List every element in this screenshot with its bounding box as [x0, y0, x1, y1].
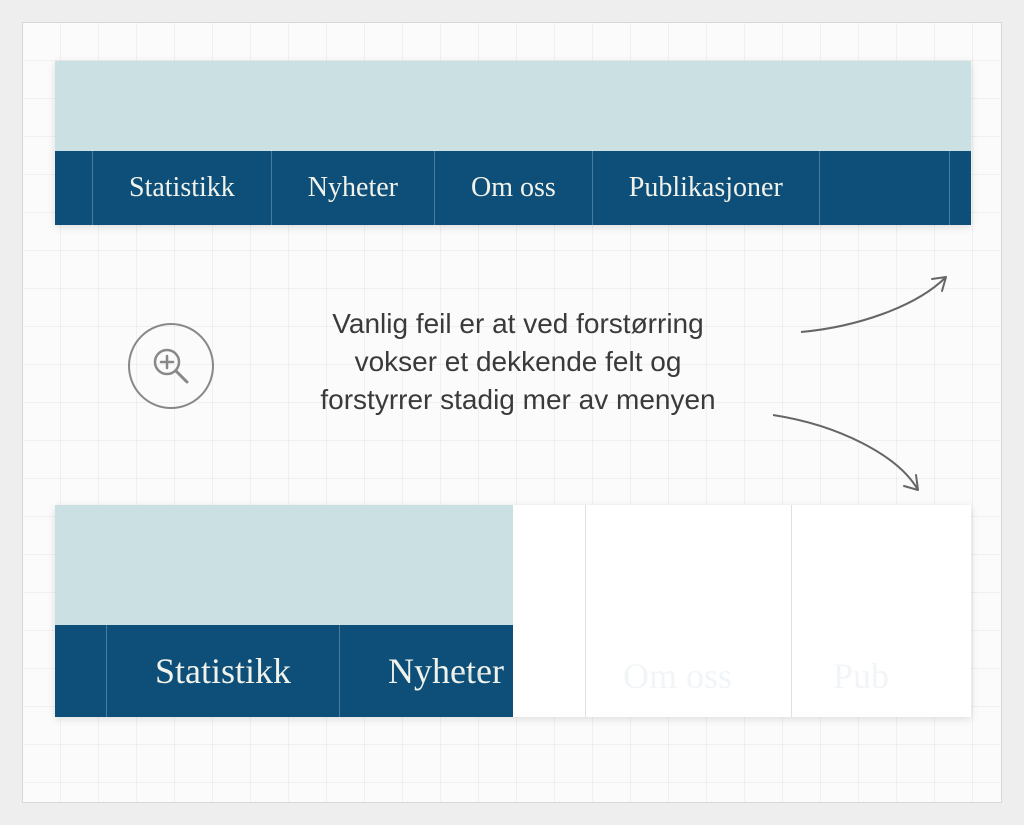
ghost-divider [585, 505, 586, 717]
arrow-to-bottom [768, 405, 938, 505]
ghost-text-pub: Pub [833, 655, 889, 697]
obscuring-overlay: Om oss Pub er [513, 505, 971, 717]
menu-tail [820, 151, 949, 225]
menu-item-nyheter[interactable]: Nyheter [272, 151, 435, 225]
zoom-in-icon [128, 323, 214, 409]
ghost-divider [791, 505, 792, 717]
nav-example-normal: Statistikk Nyheter Om oss Publikasjoner [55, 61, 971, 225]
menubar: Statistikk Nyheter Om oss Publikasjoner [55, 151, 971, 225]
menu-item-statistikk[interactable]: Statistikk [107, 625, 340, 717]
nav-example-enlarged-broken: Statistikk Nyheter Om oss Pub Om oss Pub… [55, 505, 971, 717]
diagram-frame: Statistikk Nyheter Om oss Publikasjoner … [22, 22, 1002, 803]
menu-trailing-spacer [949, 151, 971, 225]
menu-item-om-oss[interactable]: Om oss [435, 151, 593, 225]
annotation-line-2: vokser et dekkende felt og [238, 343, 798, 381]
ghost-text-er: er [458, 655, 486, 697]
banner-area [55, 61, 971, 151]
menu-leading-spacer [55, 625, 107, 717]
annotation-text: Vanlig feil er at ved forstørring vokser… [238, 305, 798, 418]
annotation-line-3: forstyrrer stadig mer av menyen [238, 381, 798, 419]
annotation-block: Vanlig feil er at ved forstørring vokser… [128, 295, 948, 485]
menu-item-publikasjoner[interactable]: Publikasjoner [593, 151, 820, 225]
banner-area-clipped [55, 505, 513, 625]
annotation-line-1: Vanlig feil er at ved forstørring [238, 305, 798, 343]
menu-leading-spacer [55, 151, 93, 225]
menu-item-statistikk[interactable]: Statistikk [93, 151, 272, 225]
ghost-text-om-oss: Om oss [623, 655, 732, 697]
arrow-to-top [796, 267, 966, 347]
